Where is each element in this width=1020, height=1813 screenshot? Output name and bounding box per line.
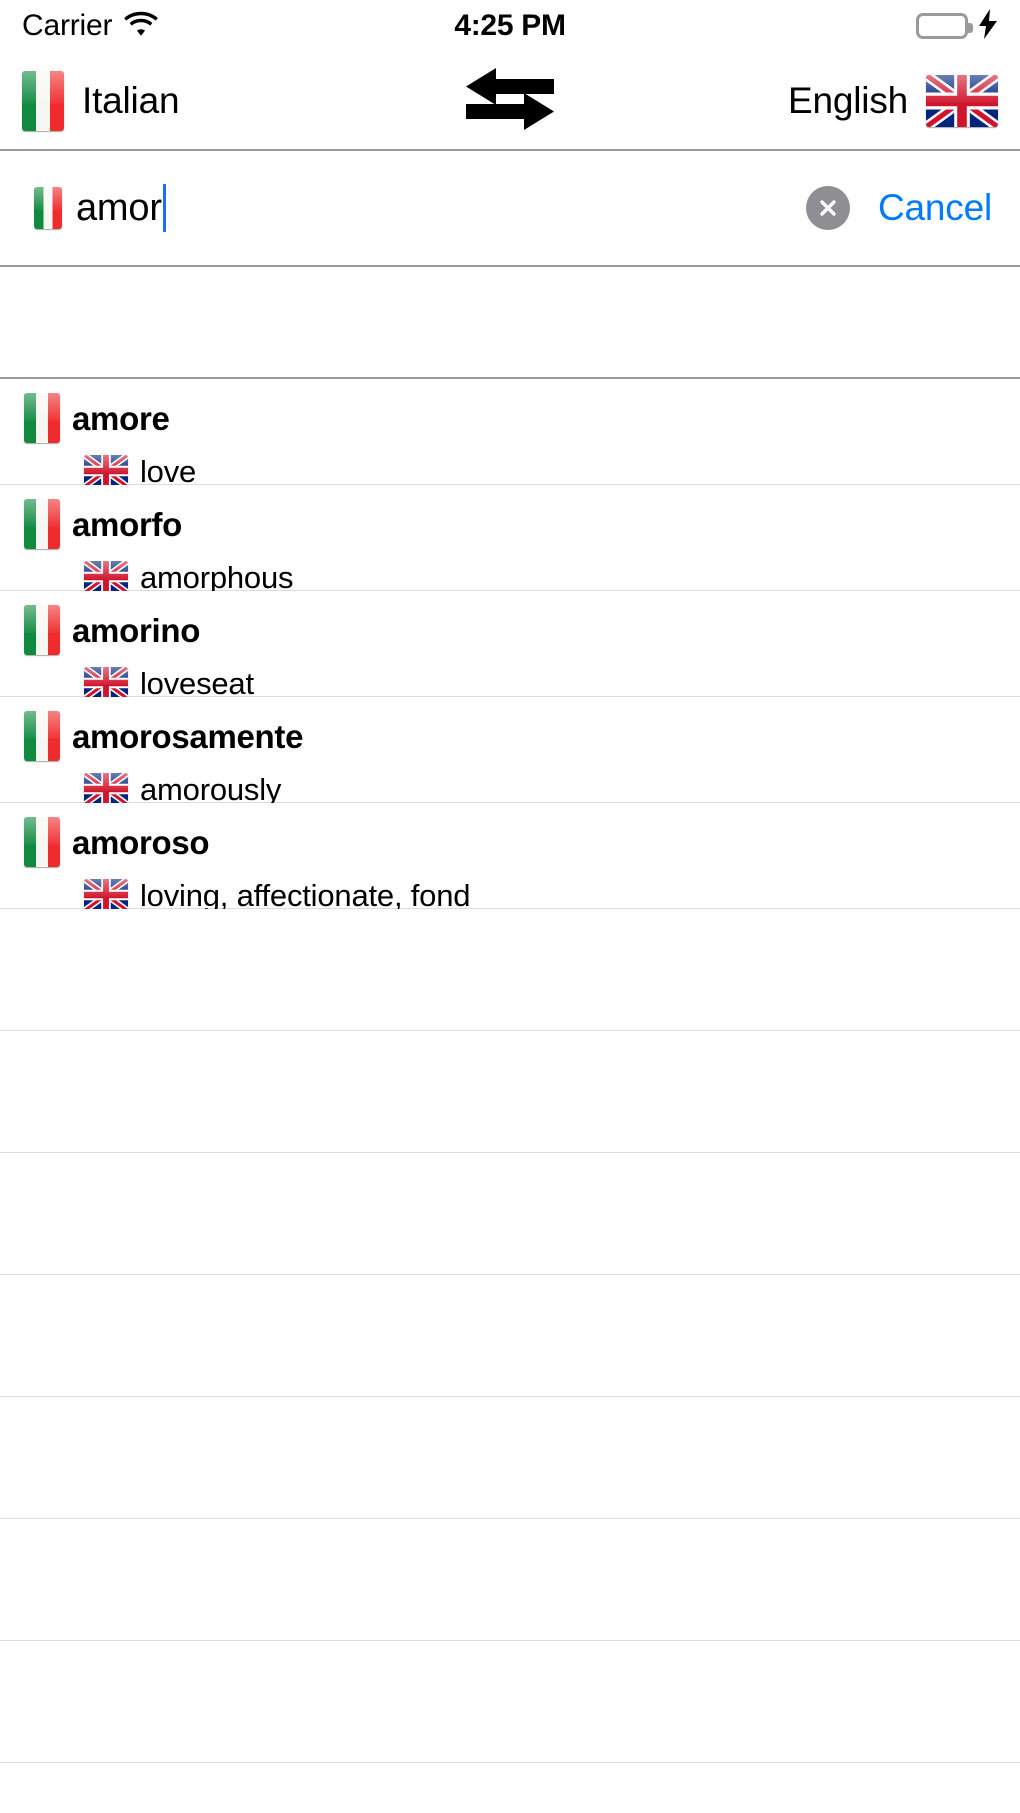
app-root: Carrier 4:25 PM Italian English amor Can… — [0, 0, 1020, 1813]
list-item[interactable]: amorosamente amorously — [0, 697, 1020, 805]
italy-flag-icon — [24, 499, 60, 549]
translation-label: amorously — [140, 771, 282, 807]
italy-flag-icon — [34, 187, 62, 229]
term-line: amorino — [24, 605, 1020, 655]
text-cursor — [162, 184, 166, 232]
term-label: amorosamente — [72, 717, 304, 755]
italy-flag-icon — [24, 711, 60, 761]
italy-flag-icon — [24, 393, 60, 443]
italy-flag-icon — [22, 70, 64, 131]
results-list: amore love amorfo amorphous amorino love… — [0, 379, 1020, 1763]
list-item[interactable]: amore love — [0, 379, 1020, 487]
empty-list-row — [0, 1641, 1020, 1763]
uk-flag-icon — [84, 561, 128, 593]
uk-flag-icon — [926, 74, 998, 127]
target-language-button[interactable]: English — [510, 74, 998, 127]
empty-list-row — [0, 1519, 1020, 1641]
language-selector-bar: Italian English — [0, 52, 1020, 149]
term-label: amoroso — [72, 823, 210, 861]
italy-flag-icon — [24, 817, 60, 867]
search-input-value: amor — [76, 186, 162, 229]
term-line: amore — [24, 393, 1020, 443]
swap-arrows-icon — [466, 68, 554, 133]
swap-languages-button[interactable] — [455, 61, 565, 141]
empty-list-row — [0, 1397, 1020, 1519]
cancel-button[interactable]: Cancel — [878, 187, 992, 229]
close-icon — [820, 200, 836, 216]
uk-flag-icon — [84, 773, 128, 805]
search-bar[interactable]: amor Cancel — [0, 149, 1020, 267]
translation-label: loving, affectionate, fond — [140, 877, 471, 913]
term-line: amorfo — [24, 499, 1020, 549]
source-language-label: Italian — [82, 79, 180, 121]
translation-line: amorphous — [24, 561, 1020, 593]
term-label: amorino — [72, 611, 201, 649]
status-bar: Carrier 4:25 PM — [0, 0, 1020, 52]
translation-line: love — [24, 455, 1020, 487]
translation-line: loving, affectionate, fond — [24, 879, 1020, 911]
uk-flag-icon — [84, 879, 128, 911]
list-item[interactable]: amorino loveseat — [0, 591, 1020, 699]
empty-list-row — [0, 909, 1020, 1031]
italy-flag-icon — [24, 605, 60, 655]
uk-flag-icon — [84, 667, 128, 699]
target-language-label: English — [788, 79, 908, 121]
translation-label: loveseat — [140, 665, 254, 701]
empty-list-row — [0, 1275, 1020, 1397]
battery-icon — [916, 13, 973, 39]
clear-search-button[interactable] — [806, 186, 851, 230]
translation-label: amorphous — [140, 559, 294, 595]
empty-list-row — [0, 1153, 1020, 1275]
term-label: amore — [72, 399, 170, 437]
lightning-bolt-icon — [978, 8, 998, 44]
status-bar-left: Carrier — [22, 9, 510, 43]
status-bar-right — [510, 8, 998, 44]
search-input[interactable]: amor — [34, 184, 806, 232]
translation-line: loveseat — [24, 667, 1020, 699]
carrier-label: Carrier — [22, 9, 113, 42]
term-line: amorosamente — [24, 711, 1020, 761]
list-item[interactable]: amoroso loving, affectionate, fond — [0, 803, 1020, 911]
list-item[interactable]: amorfo amorphous — [0, 485, 1020, 593]
translation-line: amorously — [24, 773, 1020, 805]
term-label: amorfo — [72, 505, 183, 543]
uk-flag-icon — [84, 455, 128, 487]
wifi-icon — [124, 11, 159, 42]
search-scope-panel — [0, 267, 1020, 379]
search-bar-actions: Cancel — [806, 186, 992, 230]
empty-list-row — [0, 1031, 1020, 1153]
search-text-wrap: amor — [76, 184, 166, 232]
translation-label: love — [140, 453, 197, 489]
term-line: amoroso — [24, 817, 1020, 867]
source-language-button[interactable]: Italian — [22, 70, 510, 131]
